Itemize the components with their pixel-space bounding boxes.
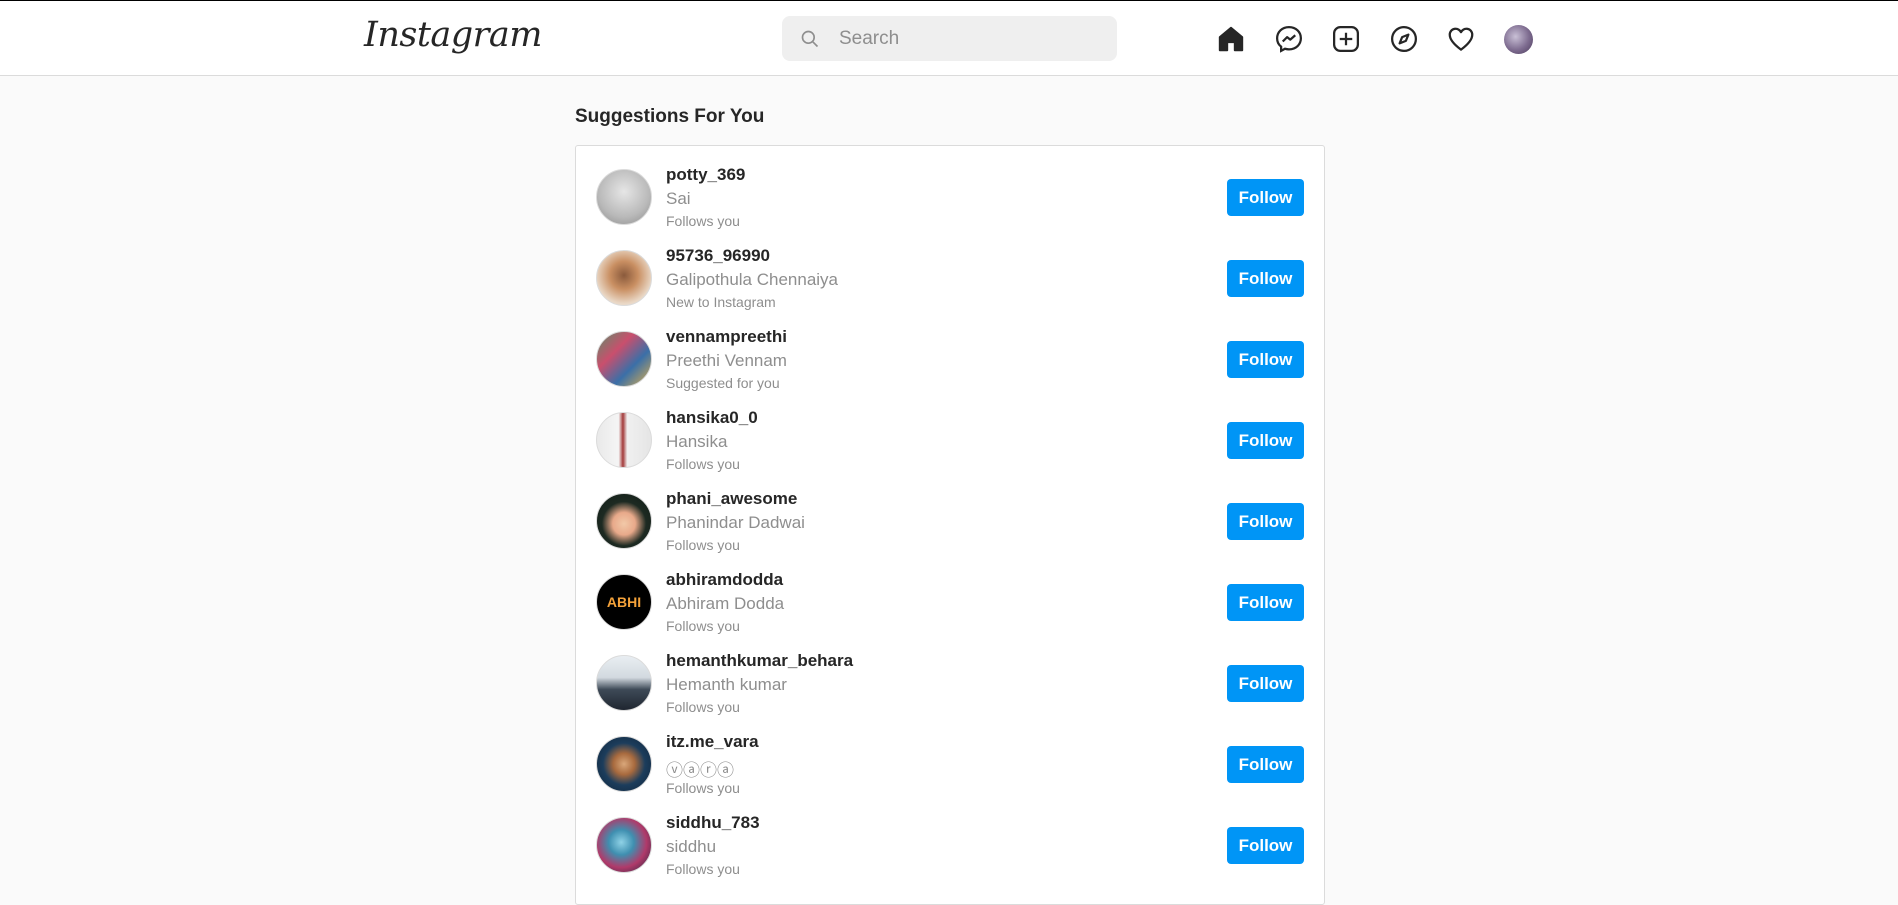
profile-avatar[interactable] [1504, 25, 1533, 54]
avatar[interactable] [596, 250, 652, 306]
suggestion-row: hansika0_0 Hansika Follows you Follow [576, 389, 1324, 472]
suggestion-row: phani_awesome Phanindar Dadwai Follows y… [576, 470, 1324, 553]
full-name: Hemanth kumar [666, 675, 787, 694]
explore-icon[interactable] [1389, 24, 1419, 54]
new-post-icon[interactable] [1331, 24, 1361, 54]
suggestion-row: itz.me_vara ⓥⓐⓡⓐ Follows you Follow [576, 713, 1324, 796]
username-link[interactable]: phani_awesome [666, 489, 797, 509]
avatar[interactable] [596, 655, 652, 711]
suggestion-row: hemanthkumar_behara Hemanth kumar Follow… [576, 632, 1324, 715]
username-link[interactable]: hansika0_0 [666, 408, 758, 428]
suggestion-reason: Follows you [666, 861, 740, 877]
username-link[interactable]: hemanthkumar_behara [666, 651, 853, 671]
follow-button[interactable]: Follow [1227, 584, 1304, 621]
username-link[interactable]: vennampreethi [666, 327, 787, 347]
full-name: Sai [666, 189, 691, 208]
messenger-icon[interactable] [1274, 24, 1304, 54]
avatar[interactable] [596, 493, 652, 549]
search-input[interactable] [837, 17, 1101, 60]
full-name: siddhu [666, 837, 717, 856]
follow-button[interactable]: Follow [1227, 746, 1304, 783]
follow-button[interactable]: Follow [1227, 422, 1304, 459]
search-icon [801, 30, 819, 48]
username-link[interactable]: siddhu_783 [666, 813, 760, 833]
follow-button[interactable]: Follow [1227, 179, 1304, 216]
follow-button[interactable]: Follow [1227, 827, 1304, 864]
follow-button[interactable]: Follow [1227, 665, 1304, 702]
full-name: Hansika [666, 432, 728, 451]
instagram-logo[interactable]: Instagram [364, 15, 542, 55]
username-link[interactable]: 95736_96990 [666, 246, 770, 266]
avatar[interactable] [596, 817, 652, 873]
avatar[interactable] [596, 412, 652, 468]
avatar[interactable] [596, 331, 652, 387]
top-navigation-bar: Instagram [0, 1, 1898, 76]
suggestion-row: 95736_96990 Galipothula Chennaiya New to… [576, 227, 1324, 310]
avatar[interactable] [596, 169, 652, 225]
follow-button[interactable]: Follow [1227, 260, 1304, 297]
home-icon[interactable] [1216, 24, 1246, 54]
username-link[interactable]: itz.me_vara [666, 732, 759, 752]
follow-button[interactable]: Follow [1227, 341, 1304, 378]
username-link[interactable]: abhiramdodda [666, 570, 783, 590]
follow-button[interactable]: Follow [1227, 503, 1304, 540]
activity-heart-icon[interactable] [1446, 24, 1476, 54]
avatar[interactable] [596, 736, 652, 792]
full-name: Galipothula Chennaiya [666, 270, 839, 289]
suggestion-row: potty_369 Sai Follows you Follow [576, 146, 1324, 229]
full-name: Phanindar Dadwai [666, 513, 805, 532]
suggestion-row: vennampreethi Preethi Vennam Suggested f… [576, 308, 1324, 391]
page-title: Suggestions For You [575, 106, 765, 127]
full-name: ⓥⓐⓡⓐ [666, 761, 734, 780]
suggestions-list: potty_369 Sai Follows you Follow 95736_9… [575, 145, 1325, 905]
suggestion-row: siddhu_783 siddhu Follows you Follow [576, 794, 1324, 877]
search-box[interactable] [782, 16, 1117, 61]
full-name: Preethi Vennam [666, 351, 787, 370]
avatar[interactable]: ABHI [596, 574, 652, 630]
username-link[interactable]: potty_369 [666, 165, 745, 185]
full-name: Abhiram Dodda [666, 594, 785, 613]
suggestion-row: ABHI abhiramdodda Abhiram Dodda Follows … [576, 551, 1324, 634]
